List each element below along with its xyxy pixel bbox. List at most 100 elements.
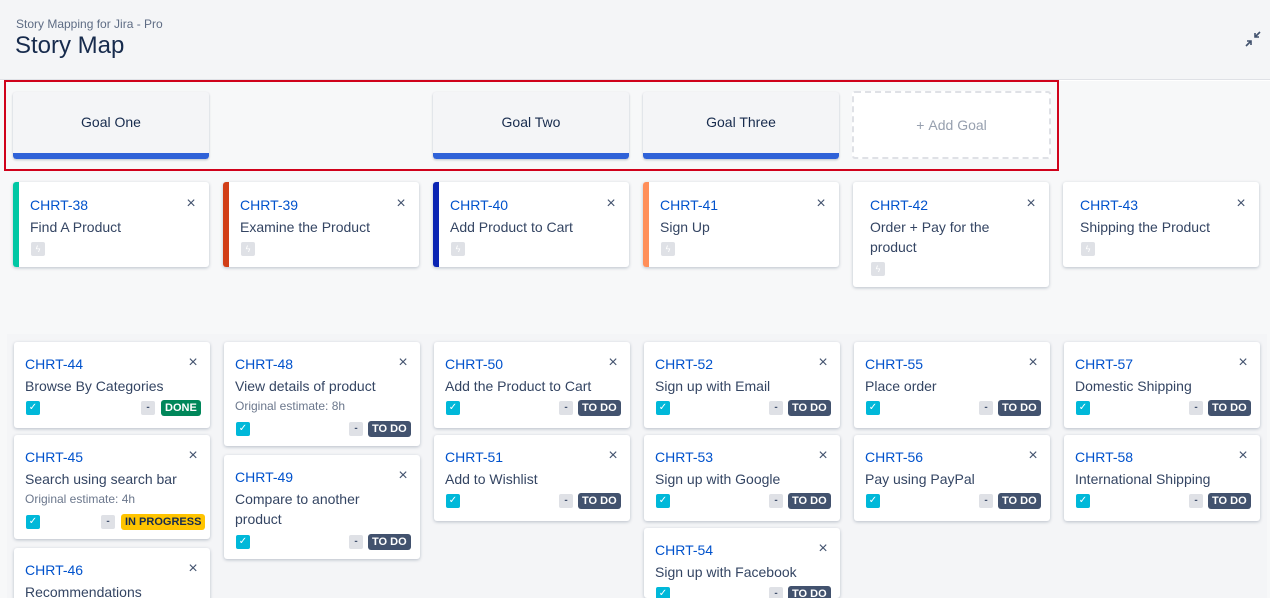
story-card[interactable]: CHRT-51 Add to Wishlist × ✓ - TO DO bbox=[434, 435, 630, 521]
epic-card[interactable]: CHRT-42 Order + Pay for the product ϟ × bbox=[853, 182, 1049, 287]
story-key[interactable]: CHRT-56 bbox=[865, 449, 923, 465]
story-card[interactable]: CHRT-50 Add the Product to Cart × ✓ - TO… bbox=[434, 342, 630, 428]
status-badge[interactable]: TO DO bbox=[998, 400, 1041, 416]
close-icon[interactable]: × bbox=[606, 448, 620, 464]
checkbox-icon[interactable]: ✓ bbox=[26, 401, 40, 415]
close-icon[interactable]: × bbox=[606, 355, 620, 371]
checkbox-icon[interactable]: ✓ bbox=[1076, 494, 1090, 508]
checkbox-icon[interactable]: ✓ bbox=[866, 401, 880, 415]
close-icon[interactable]: × bbox=[396, 468, 410, 484]
story-card[interactable]: CHRT-57 Domestic Shipping × ✓ - TO DO bbox=[1064, 342, 1260, 428]
epic-key[interactable]: CHRT-43 bbox=[1080, 197, 1138, 213]
checkbox-icon[interactable]: ✓ bbox=[866, 494, 880, 508]
checkbox-icon[interactable]: ✓ bbox=[656, 587, 670, 598]
story-key[interactable]: CHRT-52 bbox=[655, 356, 713, 372]
status-badge[interactable]: TO DO bbox=[788, 400, 831, 416]
story-key[interactable]: CHRT-46 bbox=[25, 562, 83, 578]
story-key[interactable]: CHRT-45 bbox=[25, 449, 83, 465]
story-card[interactable]: CHRT-58 International Shipping × ✓ - TO … bbox=[1064, 435, 1260, 521]
epic-key[interactable]: CHRT-42 bbox=[870, 197, 928, 213]
estimate-chip[interactable]: - bbox=[769, 401, 783, 415]
close-icon[interactable]: × bbox=[1236, 355, 1250, 371]
epic-card[interactable]: CHRT-43 Shipping the Product ϟ × bbox=[1063, 182, 1259, 267]
close-icon[interactable]: × bbox=[394, 196, 408, 212]
story-key[interactable]: CHRT-58 bbox=[1075, 449, 1133, 465]
story-key[interactable]: CHRT-50 bbox=[445, 356, 503, 372]
close-icon[interactable]: × bbox=[186, 355, 200, 371]
estimate-chip[interactable]: - bbox=[559, 494, 573, 508]
close-icon[interactable]: × bbox=[186, 561, 200, 577]
close-icon[interactable]: × bbox=[1024, 196, 1038, 212]
story-card[interactable]: CHRT-53 Sign up with Google × ✓ - TO DO bbox=[644, 435, 840, 521]
close-icon[interactable]: × bbox=[1026, 355, 1040, 371]
checkbox-icon[interactable]: ✓ bbox=[1076, 401, 1090, 415]
story-key[interactable]: CHRT-44 bbox=[25, 356, 83, 372]
story-key[interactable]: CHRT-53 bbox=[655, 449, 713, 465]
story-key[interactable]: CHRT-54 bbox=[655, 542, 713, 558]
status-badge[interactable]: TO DO bbox=[788, 493, 831, 509]
estimate-chip[interactable]: - bbox=[769, 494, 783, 508]
estimate-chip[interactable]: - bbox=[141, 401, 155, 415]
story-card[interactable]: CHRT-54 Sign up with Facebook × ✓ - TO D… bbox=[644, 528, 840, 598]
close-icon[interactable]: × bbox=[1026, 448, 1040, 464]
estimate-chip[interactable]: - bbox=[101, 515, 115, 529]
epic-key[interactable]: CHRT-41 bbox=[660, 197, 718, 213]
status-badge[interactable]: TO DO bbox=[368, 421, 411, 437]
close-icon[interactable]: × bbox=[816, 541, 830, 557]
close-icon[interactable]: × bbox=[1234, 196, 1248, 212]
status-badge[interactable]: IN PROGRESS bbox=[121, 514, 206, 530]
status-badge[interactable]: TO DO bbox=[578, 493, 621, 509]
checkbox-icon[interactable]: ✓ bbox=[656, 401, 670, 415]
status-badge[interactable]: DONE bbox=[161, 400, 201, 416]
close-icon[interactable]: × bbox=[604, 196, 618, 212]
epic-key[interactable]: CHRT-38 bbox=[30, 197, 88, 213]
close-icon[interactable]: × bbox=[1236, 448, 1250, 464]
close-icon[interactable]: × bbox=[186, 448, 200, 464]
estimate-chip[interactable]: - bbox=[769, 587, 783, 598]
story-card[interactable]: CHRT-55 Place order × ✓ - TO DO bbox=[854, 342, 1050, 428]
story-key[interactable]: CHRT-51 bbox=[445, 449, 503, 465]
estimate-chip[interactable]: - bbox=[559, 401, 573, 415]
story-card[interactable]: CHRT-52 Sign up with Email × ✓ - TO DO bbox=[644, 342, 840, 428]
checkbox-icon[interactable]: ✓ bbox=[656, 494, 670, 508]
estimate-chip[interactable]: - bbox=[349, 535, 363, 549]
epic-card[interactable]: CHRT-40 Add Product to Cart ϟ × bbox=[433, 182, 629, 267]
checkbox-icon[interactable]: ✓ bbox=[236, 535, 250, 549]
story-card[interactable]: CHRT-46 Recommendations × bbox=[14, 548, 210, 598]
checkbox-icon[interactable]: ✓ bbox=[236, 422, 250, 436]
collapse-arrows-icon[interactable] bbox=[1244, 30, 1262, 48]
checkbox-icon[interactable]: ✓ bbox=[26, 515, 40, 529]
estimate-chip[interactable]: - bbox=[1189, 401, 1203, 415]
story-key[interactable]: CHRT-57 bbox=[1075, 356, 1133, 372]
story-card[interactable]: CHRT-44 Browse By Categories × ✓ - DONE bbox=[14, 342, 210, 428]
estimate-chip[interactable]: - bbox=[979, 494, 993, 508]
close-icon[interactable]: × bbox=[396, 355, 410, 371]
status-badge[interactable]: TO DO bbox=[368, 534, 411, 550]
story-card[interactable]: CHRT-45 Search using search bar Original… bbox=[14, 435, 210, 539]
epic-card[interactable]: CHRT-41 Sign Up ϟ × bbox=[643, 182, 839, 267]
epic-key[interactable]: CHRT-40 bbox=[450, 197, 508, 213]
close-icon[interactable]: × bbox=[814, 196, 828, 212]
story-card[interactable]: CHRT-56 Pay using PayPal × ✓ - TO DO bbox=[854, 435, 1050, 521]
status-badge[interactable]: TO DO bbox=[1208, 493, 1251, 509]
estimate-chip[interactable]: - bbox=[349, 422, 363, 436]
estimate-chip[interactable]: - bbox=[979, 401, 993, 415]
close-icon[interactable]: × bbox=[184, 196, 198, 212]
epic-key[interactable]: CHRT-39 bbox=[240, 197, 298, 213]
checkbox-icon[interactable]: ✓ bbox=[446, 494, 460, 508]
epic-card[interactable]: CHRT-39 Examine the Product ϟ × bbox=[223, 182, 419, 267]
estimate-chip[interactable]: - bbox=[1189, 494, 1203, 508]
close-icon[interactable]: × bbox=[816, 448, 830, 464]
story-key[interactable]: CHRT-49 bbox=[235, 469, 293, 485]
close-icon[interactable]: × bbox=[816, 355, 830, 371]
checkbox-icon[interactable]: ✓ bbox=[446, 401, 460, 415]
story-card[interactable]: CHRT-48 View details of product Original… bbox=[224, 342, 420, 446]
epic-card[interactable]: CHRT-38 Find A Product ϟ × bbox=[13, 182, 209, 267]
status-badge[interactable]: TO DO bbox=[1208, 400, 1251, 416]
story-key[interactable]: CHRT-48 bbox=[235, 356, 293, 372]
status-badge[interactable]: TO DO bbox=[788, 586, 831, 598]
story-key[interactable]: CHRT-55 bbox=[865, 356, 923, 372]
status-badge[interactable]: TO DO bbox=[578, 400, 621, 416]
story-card[interactable]: CHRT-49 Compare to another product × ✓ -… bbox=[224, 455, 420, 559]
status-badge[interactable]: TO DO bbox=[998, 493, 1041, 509]
